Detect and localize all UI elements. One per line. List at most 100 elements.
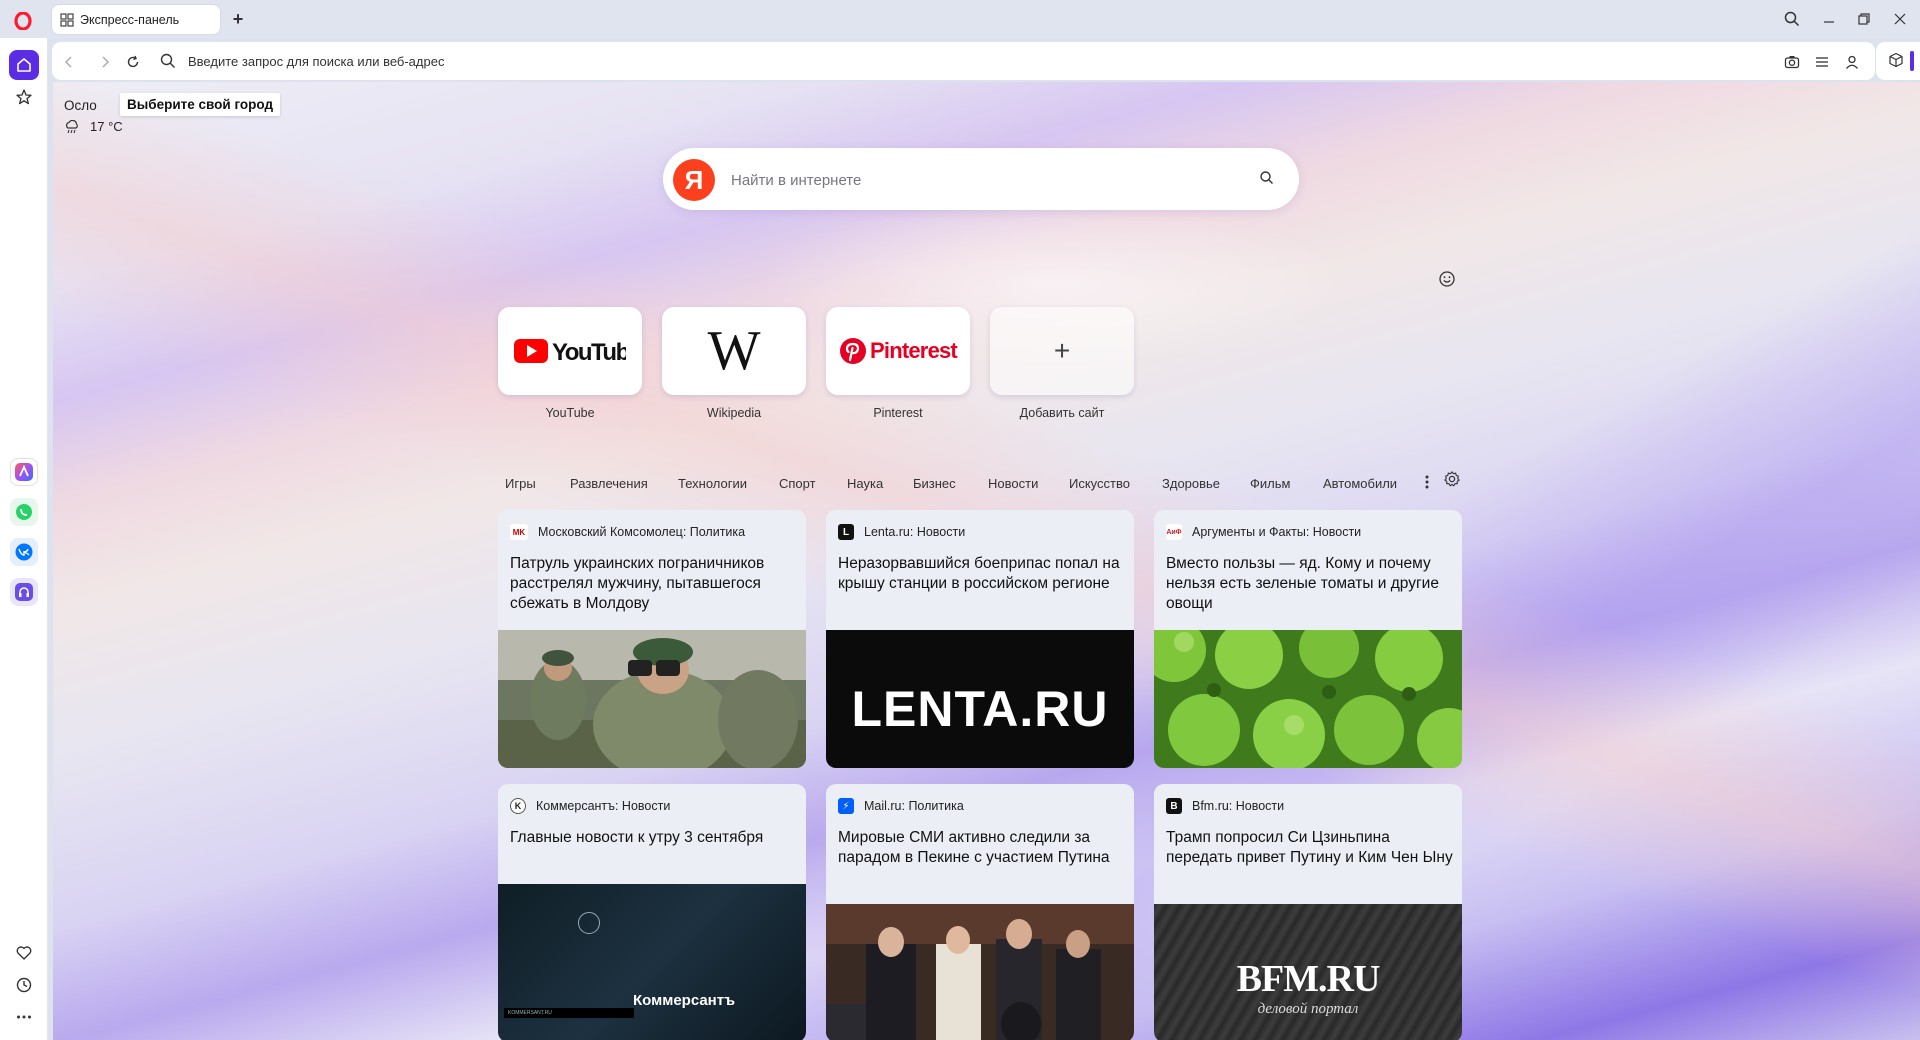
sidebar-app-vk[interactable] xyxy=(10,538,38,566)
bfm-logo-icon: B xyxy=(1166,798,1182,814)
sidebar-app-aria[interactable] xyxy=(10,458,38,486)
news-source-name: Коммерсантъ: Новости xyxy=(536,799,671,813)
snapshot-button[interactable] xyxy=(1782,52,1802,72)
news-category-tab[interactable]: Фильм xyxy=(1250,476,1290,491)
web-search-input[interactable] xyxy=(731,168,1211,192)
news-image-kommersant: Коммерсантъ KOMMERSANT.RU xyxy=(498,884,806,1040)
extensions-area xyxy=(1876,42,1920,80)
news-source-name: Mail.ru: Политика xyxy=(864,799,964,813)
pinterest-logo-text: Pinterest xyxy=(870,338,958,363)
pinterest-p-icon xyxy=(840,338,867,364)
sidebar-app-music[interactable] xyxy=(10,578,38,606)
news-image-parade xyxy=(826,904,1134,1040)
sidebar xyxy=(0,38,48,1040)
news-source-name: Московский Комсомолец: Политика xyxy=(538,525,746,539)
star-icon xyxy=(16,89,32,105)
address-bar xyxy=(52,42,1875,80)
sidebar-more-button[interactable] xyxy=(9,1002,39,1032)
minimize-icon[interactable] xyxy=(1817,8,1841,30)
speed-dial-page: Осло Выберите свой город 17 °C Я YouTube… xyxy=(53,82,1920,1040)
gear-icon[interactable] xyxy=(1443,470,1461,488)
news-category-tab[interactable]: Технологии xyxy=(678,476,747,491)
smiley-icon[interactable] xyxy=(1438,270,1456,288)
weather-city[interactable]: Осло xyxy=(64,98,97,113)
tab-search-icon[interactable] xyxy=(1780,8,1804,30)
forward-button[interactable] xyxy=(94,51,116,73)
sidebar-favorites-button[interactable] xyxy=(9,938,39,968)
add-site-button[interactable]: + xyxy=(990,307,1134,395)
news-card[interactable]: K Коммерсантъ: Новости Главные новости к… xyxy=(498,784,806,1040)
yandex-search-box: Я xyxy=(663,148,1299,210)
news-source: L Lenta.ru: Новости xyxy=(838,524,965,540)
news-title: Вместо пользы — яд. Кому и почему нельзя… xyxy=(1166,555,1439,612)
user-icon xyxy=(1846,55,1858,69)
news-category-tab[interactable]: Развлечения xyxy=(570,476,648,491)
news-title: Главные новости к утру 3 сентября xyxy=(510,829,764,846)
sidebar-history-button[interactable] xyxy=(9,970,39,1000)
news-source-name: Аргументы и Факты: Новости xyxy=(1192,525,1362,539)
sidebar-home-button[interactable] xyxy=(9,50,39,80)
bfm-image-subtitle: деловой портал xyxy=(1257,1000,1359,1017)
speed-dial-label: Добавить сайт xyxy=(1019,406,1105,420)
easy-setup-button[interactable] xyxy=(1812,52,1832,72)
news-category-tab[interactable]: Автомобили xyxy=(1323,476,1397,491)
search-icon[interactable] xyxy=(1259,170,1275,186)
opera-logo-icon[interactable] xyxy=(12,10,34,32)
tab-express-panel[interactable]: Экспресс-панель xyxy=(52,5,220,34)
more-categories-icon[interactable] xyxy=(1423,472,1431,492)
news-title: Неразорвавшийся боеприпас попал на крышу… xyxy=(838,555,1120,592)
profile-button[interactable] xyxy=(1842,52,1862,72)
news-card[interactable]: L Lenta.ru: Новости Неразорвавшийся боеп… xyxy=(826,510,1134,768)
back-button[interactable] xyxy=(58,51,80,73)
speed-dial-wikipedia[interactable]: W xyxy=(662,307,806,395)
new-tab-button[interactable]: + xyxy=(228,9,248,29)
news-category-tab[interactable]: Здоровье xyxy=(1162,476,1220,491)
vk-icon xyxy=(15,543,33,561)
speed-dial-label: Wikipedia xyxy=(706,406,762,420)
news-category-tab[interactable]: Наука xyxy=(847,476,883,491)
reload-button[interactable] xyxy=(122,51,144,73)
address-input[interactable] xyxy=(188,50,1488,72)
news-card[interactable]: АиФ Аргументы и Факты: Новости Вместо по… xyxy=(1154,510,1462,768)
news-card[interactable]: B Bfm.ru: Новости Трамп попросил Си Цзин… xyxy=(1154,784,1462,1040)
news-category-tab[interactable]: Игры xyxy=(505,476,536,491)
forward-arrow-icon xyxy=(102,56,110,68)
news-category-tab[interactable]: Бизнес xyxy=(913,476,956,491)
kommersant-emblem-icon xyxy=(578,912,600,934)
speed-dial-pinterest[interactable]: Pinterest xyxy=(826,307,970,395)
bfm-image-text: BFM.RU xyxy=(1236,957,1381,1000)
news-image-bfm: BFM.RU деловой портал xyxy=(1154,904,1462,1040)
lenta-logo-icon: L xyxy=(838,524,854,540)
kommersant-logo-icon: K xyxy=(510,798,526,814)
speed-dial-youtube[interactable]: YouTube xyxy=(498,307,642,395)
mk-logo-icon: MK xyxy=(510,524,528,540)
news-card[interactable]: ⚡ Mail.ru: Политика Мировые СМИ активно … xyxy=(826,784,1134,1040)
kommersant-small-text: KOMMERSANT.RU xyxy=(504,1008,634,1018)
youtube-logo-text: YouTube xyxy=(552,339,626,366)
news-image-lenta: LENTA.RU xyxy=(826,630,1134,768)
restore-icon[interactable] xyxy=(1852,8,1876,30)
sidebar-bookmarks-button[interactable] xyxy=(9,82,39,112)
wikipedia-logo-icon: W xyxy=(707,320,761,382)
news-category-tab[interactable]: Спорт xyxy=(779,476,816,491)
speed-dial-label: Pinterest xyxy=(873,406,923,420)
close-icon[interactable] xyxy=(1888,8,1912,30)
news-source: АиФ Аргументы и Факты: Новости xyxy=(1166,524,1361,540)
news-category-tab[interactable]: Новости xyxy=(988,476,1038,491)
news-card[interactable]: MK Московский Комсомолец: Политика Патру… xyxy=(498,510,806,768)
cube-icon[interactable] xyxy=(1888,52,1904,68)
news-title: Мировые СМИ активно следили за парадом в… xyxy=(838,829,1110,866)
extension-indicator xyxy=(1910,51,1914,71)
news-source-name: Lenta.ru: Новости xyxy=(864,525,966,539)
aif-logo-icon: АиФ xyxy=(1166,524,1182,540)
heart-icon xyxy=(16,946,32,960)
news-title: Трамп попросил Си Цзиньпина передать при… xyxy=(1166,829,1453,866)
aria-icon xyxy=(15,463,33,481)
weather-temperature: 17 °C xyxy=(90,119,123,134)
news-source: MK Московский Комсомолец: Политика xyxy=(510,524,745,540)
sidebar-app-whatsapp[interactable] xyxy=(10,498,38,526)
home-icon xyxy=(17,58,31,72)
headphones-icon xyxy=(15,583,33,601)
speed-dial-label: YouTube xyxy=(545,406,595,420)
news-category-tab[interactable]: Искусство xyxy=(1069,476,1130,491)
